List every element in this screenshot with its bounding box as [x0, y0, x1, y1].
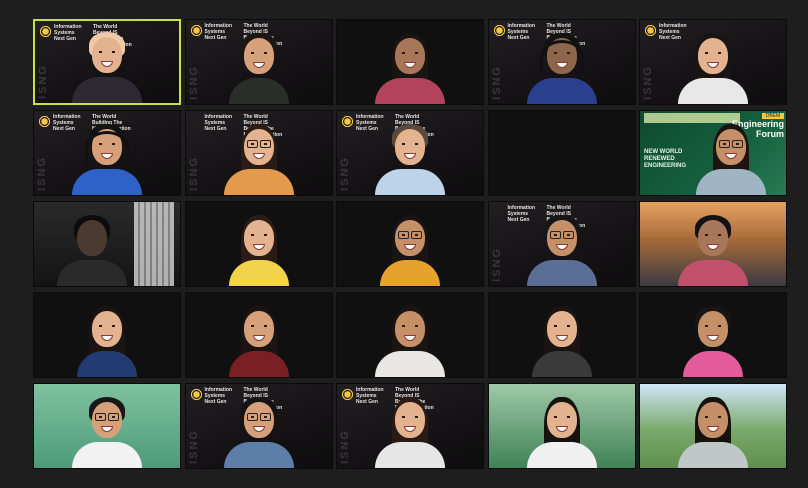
isng-logo-icon — [189, 388, 203, 401]
participant-video — [223, 388, 294, 468]
participant-tile[interactable]: Information Systems Next Gen The World B… — [336, 110, 484, 196]
participant-video — [224, 24, 294, 104]
participant-video — [223, 115, 294, 195]
background-watermark: ISNG — [339, 156, 351, 191]
participant-video — [75, 293, 139, 377]
participant-tile[interactable] — [639, 383, 787, 469]
forum-subtitle: NEW WORLD RENEWED ENGINEERING — [644, 149, 687, 169]
participant-video — [695, 115, 766, 195]
participant-video — [530, 293, 594, 377]
participant-tile[interactable] — [33, 383, 181, 469]
participant-tile[interactable] — [336, 201, 484, 287]
participant-video — [375, 115, 445, 195]
participant-video — [346, 293, 474, 377]
participant-video — [526, 24, 597, 104]
participant-tile[interactable]: Information Systems Next Gen The World B… — [184, 110, 333, 196]
participant-tile[interactable] — [487, 383, 636, 469]
window-curtain — [134, 202, 174, 286]
participant-tile[interactable]: Information Systems Next Gen The World B… — [184, 383, 333, 469]
participant-tile[interactable] — [184, 201, 333, 287]
participant-tile[interactable] — [639, 292, 787, 378]
participant-tile[interactable] — [336, 19, 484, 105]
participant-video — [526, 206, 597, 286]
participant-tile[interactable] — [336, 292, 484, 378]
empty-tile — [487, 110, 636, 196]
participant-video — [526, 388, 597, 468]
isng-logo-icon — [492, 24, 506, 37]
video-grid: Information Systems Next Gen The World B… — [33, 19, 787, 469]
background-watermark: ISNG — [490, 65, 503, 100]
background-watermark: ISNG — [37, 64, 49, 99]
background-watermark: ISNG — [187, 156, 200, 191]
participant-tile[interactable]: Information Systems Next Gen ISNG — [639, 19, 787, 105]
participant-tile[interactable]: Information Systems Next Gen The World B… — [487, 19, 636, 105]
participant-tile[interactable] — [33, 201, 181, 287]
participant-video — [378, 202, 442, 286]
participant-tile[interactable] — [184, 292, 333, 378]
participant-tile[interactable] — [33, 292, 181, 378]
participant-video — [681, 293, 745, 377]
participant-video — [375, 388, 445, 468]
background-watermark: ISNG — [36, 156, 48, 191]
participant-video — [678, 24, 748, 104]
participant-tile[interactable] — [639, 201, 787, 287]
background-watermark: ISNG — [642, 65, 654, 100]
participant-video — [678, 388, 748, 468]
background-watermark: ISNG — [187, 65, 200, 100]
participant-tile[interactable]: Information Systems Next Gen The World B… — [33, 110, 181, 196]
isng-logo-icon — [189, 24, 203, 37]
participant-video — [57, 206, 128, 286]
participant-video — [72, 115, 142, 195]
isng-logo-icon — [644, 24, 657, 37]
participant-tile[interactable]: Information Systems Next Gen The World B… — [33, 19, 181, 105]
background-watermark: ISNG — [490, 247, 503, 282]
participant-video — [346, 20, 474, 104]
participant-video — [72, 23, 142, 103]
background-watermark: ISNG — [339, 429, 351, 464]
background-watermark: ISNG — [187, 429, 200, 464]
participant-tile[interactable] — [487, 292, 636, 378]
participant-video — [72, 388, 142, 468]
isng-logo-icon — [341, 388, 354, 401]
participant-tile[interactable]: Information Systems Next Gen The World B… — [184, 19, 333, 105]
participant-video — [678, 206, 748, 286]
isng-logo-icon — [38, 115, 51, 128]
isng-logo-icon — [341, 115, 354, 128]
participant-tile[interactable]: Information Systems Next Gen The World B… — [336, 383, 484, 469]
participant-video — [227, 293, 291, 377]
participant-tile[interactable]: DBEM Engineering Forum NEW WORLD RENEWED… — [639, 110, 787, 196]
participant-tile[interactable]: Information Systems Next Gen The World B… — [487, 201, 636, 287]
isng-logo-icon — [39, 25, 52, 38]
participant-video — [227, 202, 291, 286]
